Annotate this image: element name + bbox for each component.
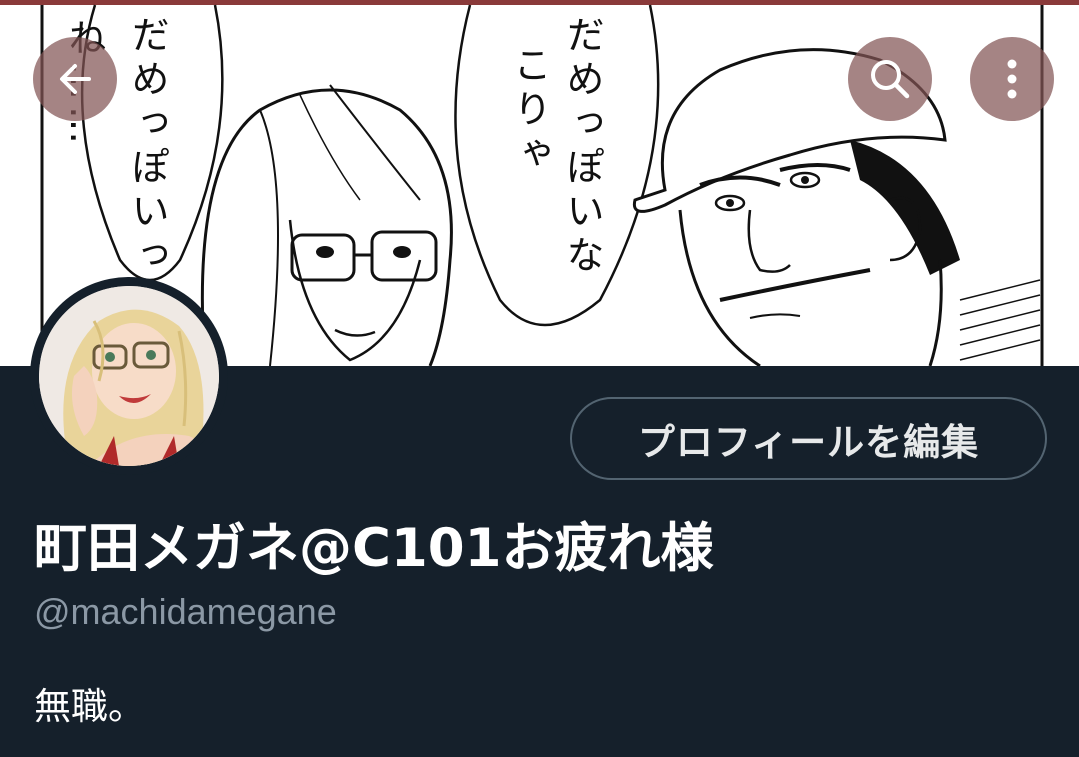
display-name: 町田メガネ@C101お疲れ様 — [34, 518, 714, 579]
speech-text-right-col1: こりゃ — [507, 45, 551, 177]
search-icon — [871, 60, 910, 99]
edit-profile-button[interactable]: プロフィールを編集 — [570, 397, 1047, 480]
profile-bio: 無職。 — [34, 685, 145, 728]
back-button[interactable] — [33, 37, 117, 121]
more-options-button[interactable] — [970, 37, 1054, 121]
more-vertical-icon — [1007, 59, 1017, 99]
arrow-left-icon — [60, 64, 91, 94]
user-handle: @machidamegane — [34, 591, 337, 632]
speech-text-left-col2: だめっぽいっ — [125, 15, 169, 279]
search-button[interactable] — [848, 37, 932, 121]
avatar-image — [39, 286, 219, 466]
avatar[interactable] — [30, 277, 228, 475]
speech-text-right-col2: だめっぽいな — [560, 15, 604, 279]
